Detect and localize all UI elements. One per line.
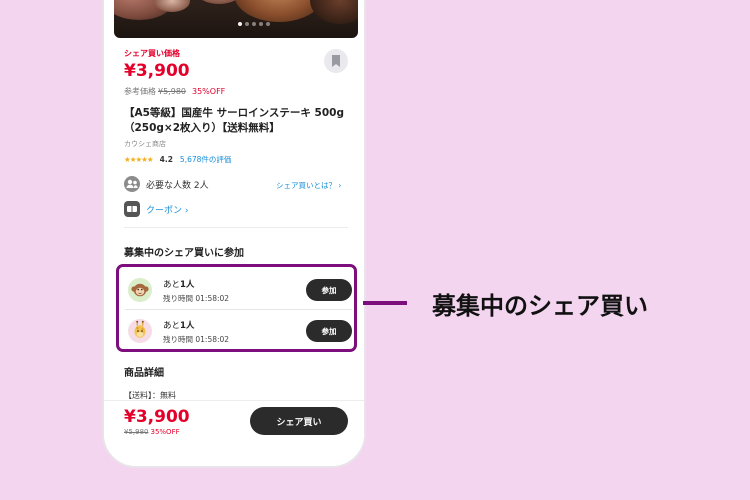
bookmark-icon	[332, 55, 340, 67]
rating-score: 4.2	[159, 155, 173, 164]
bottom-discount: 35%OFF	[150, 428, 180, 436]
divider	[124, 227, 348, 228]
join-button[interactable]: 参加	[306, 320, 352, 342]
required-people-row: 必要な人数 2人	[124, 176, 209, 192]
bottom-purchase-bar: ¥3,900 ¥5,980 35%OFF シェア買い	[104, 400, 364, 466]
giraffe-avatar-icon	[128, 319, 152, 343]
carousel-dots[interactable]	[238, 22, 270, 26]
time-left: 残り時間 01:58:02	[163, 294, 230, 303]
share-price: ¥3,900	[124, 61, 190, 81]
shop-name[interactable]: カウシェ商店	[124, 139, 166, 149]
rating-row: ★★★★★ 4.2 5,678件の評価	[124, 154, 231, 165]
coupon-text: クーポン ›	[146, 205, 189, 216]
remaining-count: 1人	[180, 321, 195, 331]
join-button[interactable]: 参加	[306, 279, 352, 301]
remaining-people: あと1人	[163, 278, 194, 290]
time-left: 残り時間 01:58:02	[163, 335, 230, 344]
app-screen: シェア買い価格 ¥3,900 参考価格 ¥5,980 35%OFF 【A5等級】国産…	[104, 0, 364, 466]
remaining-prefix: あと	[163, 321, 181, 331]
product-details-heading: 商品詳細	[124, 368, 164, 379]
monkey-avatar-icon	[128, 278, 152, 302]
recruiting-group-row: あと1人 残り時間 01:58:02 参加	[125, 272, 352, 308]
bottom-strike-price: ¥5,980	[124, 428, 149, 436]
reference-price: ¥5,980	[158, 87, 186, 96]
star-rating-icon: ★★★★★	[124, 155, 154, 164]
reference-label: 参考価格	[124, 87, 156, 96]
required-people-text: 必要な人数 2人	[146, 180, 209, 191]
remaining-count: 1人	[180, 280, 195, 290]
remaining-prefix: あと	[163, 280, 181, 290]
recruiting-group-row: あと1人 残り時間 01:58:02 参加	[125, 313, 352, 349]
discount-label: 35%OFF	[192, 87, 226, 96]
review-count-link[interactable]: 5,678件の評価	[180, 154, 231, 165]
remaining-people: あと1人	[163, 319, 194, 331]
product-title: 【A5等級】国産牛 サーロインステーキ 500g（250g×2枚入り）【送料無料…	[124, 107, 344, 134]
coupon-link[interactable]: クーポン ›	[124, 201, 188, 217]
recruiting-groups-highlight: あと1人 残り時間 01:58:02 参加 あと1人 残り時間 01:58:02…	[116, 264, 357, 352]
coupon-icon	[124, 201, 140, 217]
what-is-share-link[interactable]: シェア買いとは？ ›	[276, 180, 341, 191]
callout-label: 募集中のシェア買い	[432, 292, 648, 320]
phone-frame: シェア買い価格 ¥3,900 参考価格 ¥5,980 35%OFF 【A5等級】国産…	[102, 0, 366, 468]
share-buy-button[interactable]: シェア買い	[250, 407, 348, 435]
bookmark-button[interactable]	[324, 49, 348, 73]
share-price-label: シェア買い価格	[124, 49, 180, 58]
product-image[interactable]	[114, 0, 358, 38]
callout-connector-line	[363, 301, 407, 305]
bottom-reference-price: ¥5,980 35%OFF	[124, 428, 180, 436]
people-icon	[124, 176, 140, 192]
bottom-price: ¥3,900	[124, 407, 190, 427]
row-divider	[125, 309, 352, 310]
recruiting-heading: 募集中のシェア買いに参加	[124, 248, 244, 259]
reference-price-line: 参考価格 ¥5,980 35%OFF	[124, 86, 225, 97]
